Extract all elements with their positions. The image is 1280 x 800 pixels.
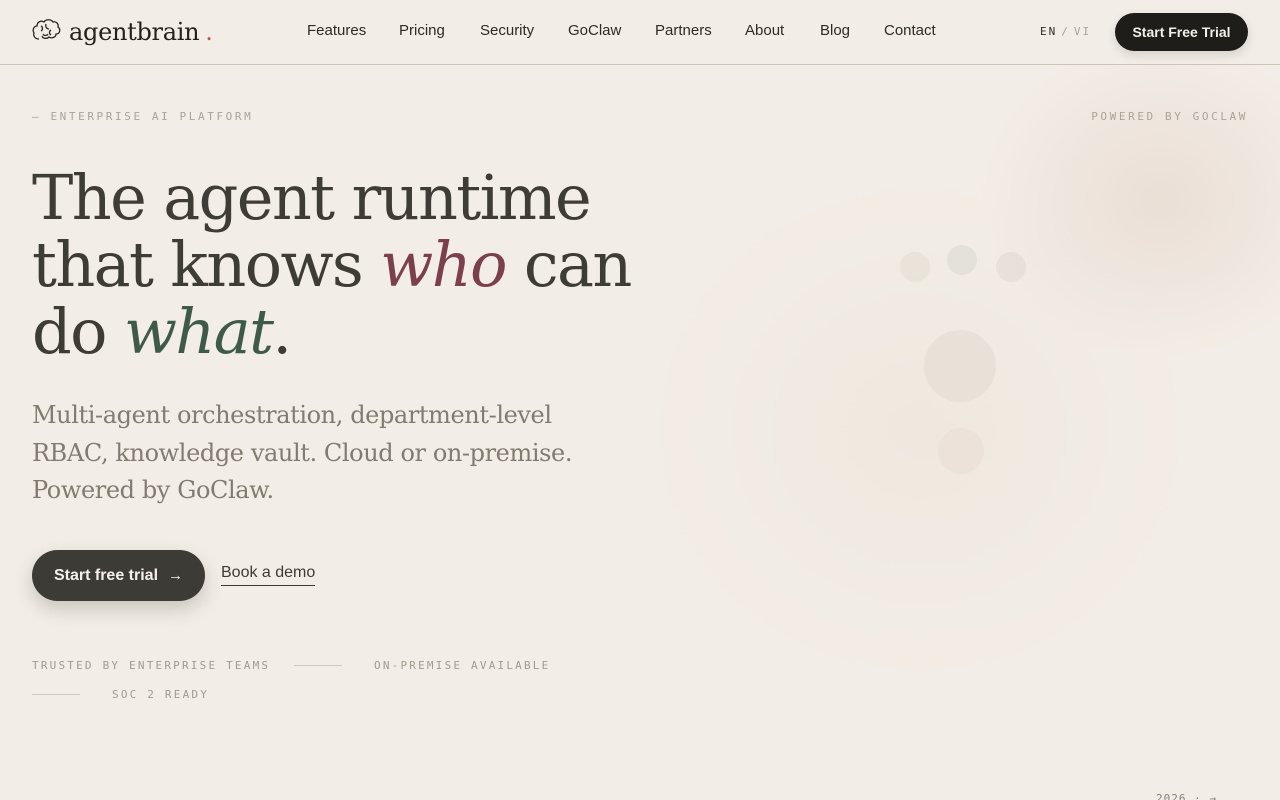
nav-blog[interactable]: Blog	[820, 22, 850, 39]
trust-enterprise: TRUSTED BY ENTERPRISE TEAMS	[32, 659, 271, 672]
headline-what: what	[123, 295, 274, 368]
hero-eyebrow: — ENTERPRISE AI PLATFORM	[32, 110, 254, 123]
trust-divider	[32, 694, 80, 695]
nav-pricing[interactable]: Pricing	[399, 22, 445, 39]
hero-subheadline: Multi-agent orchestration, department-le…	[32, 401, 573, 504]
background-glow	[640, 170, 1200, 690]
footer-hint: 2026 · →	[1156, 792, 1217, 800]
start-free-trial-button[interactable]: Start Free Trial	[1115, 13, 1248, 51]
decorative-node	[938, 428, 984, 474]
arrow-right-icon: →	[168, 567, 184, 584]
decorative-node	[924, 330, 996, 402]
nav-partners[interactable]: Partners	[655, 22, 712, 39]
headline-who: who	[380, 228, 507, 301]
decorative-node	[900, 252, 930, 282]
headline-end: .	[272, 295, 292, 368]
decorative-node	[947, 245, 977, 275]
hero-headline: The agent runtime that knows who can do …	[32, 164, 652, 365]
nav-security[interactable]: Security	[480, 22, 534, 39]
site-header: agentbrain . Features Pricing Security G…	[0, 0, 1280, 65]
start-trial-button[interactable]: Start free trial →	[32, 550, 205, 601]
language-en[interactable]: EN	[1040, 25, 1057, 38]
language-vi[interactable]: VI	[1074, 25, 1091, 38]
language-separator: /	[1061, 25, 1070, 38]
start-trial-label: Start free trial	[53, 566, 159, 584]
nav-features[interactable]: Features	[307, 22, 366, 39]
trust-on-premise: ON-PREMISE AVAILABLE	[374, 659, 551, 672]
trust-divider	[294, 665, 342, 666]
language-switcher: EN / VI	[1040, 25, 1091, 38]
book-demo-link[interactable]: Book a demo	[221, 564, 316, 586]
background-glow	[980, 40, 1280, 360]
nav-goclaw[interactable]: GoClaw	[568, 22, 621, 39]
nav-about[interactable]: About	[745, 22, 784, 39]
nav-contact[interactable]: Contact	[884, 22, 936, 39]
powered-by-label: POWERED BY GOCLAW	[1091, 110, 1248, 123]
trust-soc2: SOC 2 READY	[112, 688, 210, 701]
decorative-node	[996, 252, 1026, 282]
